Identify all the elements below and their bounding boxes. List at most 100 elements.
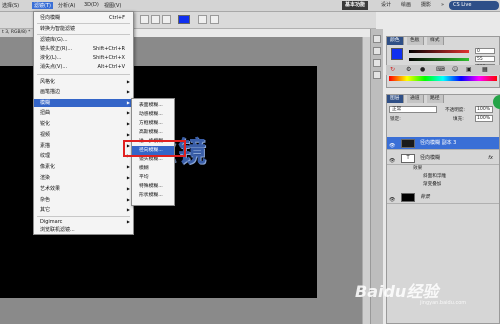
shortcut: Shift+Ctrl+R [92,46,125,52]
layer-row[interactable]: 👁 T 径向模糊 fx [387,152,499,165]
mic-icon[interactable]: ● [420,66,425,73]
fill-field[interactable]: 100% [475,115,493,122]
effects-group[interactable]: 效果 [413,165,422,173]
red-slider[interactable] [409,50,469,53]
align-left-icon[interactable] [140,15,149,24]
tab-styles[interactable]: 样式 [427,37,444,45]
color-ramp[interactable] [389,76,497,81]
menu-item-render[interactable]: 渲染 ▶ [34,174,133,182]
submenu-item-gaussian-blur[interactable]: 高斯模糊... [132,128,174,137]
shortcut: Shift+Ctrl+X [92,55,125,61]
eye-icon[interactable]: 👁 [389,194,395,207]
menu-select[interactable]: 选择(S) [2,2,19,9]
workspace-design[interactable]: 设计 [378,1,394,10]
user-icon[interactable]: ☺ [452,66,458,73]
tab-color[interactable]: 颜色 [387,37,404,45]
red-value[interactable]: 0 [475,48,495,54]
floating-button[interactable] [493,95,500,109]
layer-row[interactable]: 👁 径向模糊 副本 3 [387,137,499,150]
blend-mode-select[interactable]: 正常 [389,106,437,113]
shirt-icon[interactable]: ▣ [466,66,472,73]
menu-item-blur[interactable]: 模糊 ▶ [34,99,133,107]
menu-view[interactable]: 视图(V) [104,2,121,9]
layer-row[interactable]: 👁 背景 [387,191,499,204]
effect-gradient-overlay[interactable]: 渐变叠加 [423,181,441,189]
submenu-item-average[interactable]: 平均 [132,173,174,182]
submenu-item-surface-blur[interactable]: 表面模糊... [132,101,174,110]
effect-bevel-emboss[interactable]: 斜面和浮雕 [423,173,446,181]
foreground-color-swatch[interactable] [391,48,403,60]
submenu-item-motion-blur[interactable]: 动感模糊... [132,110,174,119]
tab-swatches[interactable]: 色板 [407,37,424,45]
menu-item-sketch[interactable]: 素描 ▶ [34,142,133,150]
menu-item-label: 转换为智能滤镜 [40,26,76,32]
menu-item-pixelate[interactable]: 像素化 ▶ [34,163,133,171]
menu-item-filter-gallery[interactable]: 滤镜库(G)... [34,36,133,44]
workspace-more-button[interactable]: » [438,1,447,10]
character-panel-icon[interactable] [210,15,219,24]
menu-item-label: 其它 [40,207,51,213]
menu-item-digimarc[interactable]: Digimarc ▶ [34,218,133,226]
menu-item-brush-strokes[interactable]: 画笔描边 ▶ [34,88,133,96]
menu-analysis[interactable]: 分析(A) [58,2,75,9]
menu-item-label: 像素化 [40,164,56,170]
submenu-item-box-blur[interactable]: 方框模糊... [132,119,174,128]
align-center-icon[interactable] [151,15,160,24]
menu-item-last-filter[interactable]: 径向模糊 Ctrl+F [34,14,133,22]
menu-item-distort[interactable]: 扭曲 ▶ [34,109,133,117]
menu-item-smart-filter[interactable]: 转换为智能滤镜 [34,25,133,33]
menu-item-browse-filters[interactable]: 浏览联机滤镜... [34,226,133,234]
submenu-arrow-icon: ▶ [126,186,130,191]
menu-item-lens-correction[interactable]: 镜头校正(R)... Shift+Ctrl+R [34,45,133,53]
workspace-photography[interactable]: 摄影 [418,1,434,10]
menu-item-stylize[interactable]: 风格化 ▶ [34,78,133,86]
tab-paths[interactable]: 路径 [427,95,444,103]
workspace-essentials[interactable]: 基本功能 [342,1,369,10]
submenu-arrow-icon: ▶ [126,219,130,224]
menu-item-other[interactable]: 其它 ▶ [34,206,133,214]
menu-item-label: 画笔描边 [40,89,61,95]
warp-text-icon[interactable] [198,15,207,24]
keyboard-icon[interactable]: ⌨ [436,66,445,73]
paragraph-icon[interactable] [373,71,381,79]
menu-item-label: 浏览联机滤镜... [40,227,75,233]
text-color-swatch[interactable] [178,15,190,24]
adjust-icon[interactable]: ⚙ [406,66,411,73]
menu-item-noise[interactable]: 杂色 ▶ [34,196,133,204]
fx-icon[interactable]: fx [488,152,493,165]
menu-filter[interactable]: 滤镜(T) [32,2,53,9]
menu-item-video[interactable]: 视频 ▶ [34,131,133,139]
menu-3d[interactable]: 3D(D) [84,2,99,8]
text-layer-thumbnail: T [401,154,415,163]
workspace-painting[interactable]: 绘画 [398,1,414,10]
actions-icon[interactable] [373,47,381,55]
tab-layers[interactable]: 图层 [387,95,404,103]
filter-menu: 径向模糊 Ctrl+F 转换为智能滤镜 滤镜库(G)... 镜头校正(R)... S… [33,11,134,235]
character-icon[interactable] [373,59,381,67]
menu-item-texture[interactable]: 纹理 ▶ [34,152,133,160]
green-value[interactable]: 55 [475,56,495,62]
watermark-url: jingyan.baidu.com [420,300,467,306]
layer-name: 背景 [420,194,431,200]
align-right-icon[interactable] [162,15,171,24]
cs-live-button[interactable]: CS Live [449,1,499,10]
submenu-arrow-icon: ▶ [126,207,130,212]
submenu-item-shape-blur[interactable]: 形状模糊... [132,191,174,200]
tab-channels[interactable]: 通道 [407,95,424,103]
history-icon[interactable] [373,35,381,43]
submenu-arrow-icon: ▶ [126,121,130,126]
menu-item-sharpen[interactable]: 锐化 ▶ [34,120,133,128]
submenu-item-blur[interactable]: 模糊 [132,164,174,173]
opacity-field[interactable]: 100% [475,106,493,113]
menu-item-vanishing-point[interactable]: 消失点(V)... Alt+Ctrl+V [34,63,133,71]
shortcut: Alt+Ctrl+V [97,64,125,70]
grid-icon[interactable]: ▦ [482,66,488,73]
sync-icon[interactable]: ↻ [390,66,395,73]
adjustment-tools-row: ↻ ⚙ ● ⌨ ☺ ▣ ▦ [386,65,500,75]
lock-label: 锁定: [390,117,401,122]
submenu-item-smart-blur[interactable]: 特殊模糊... [132,182,174,191]
green-slider[interactable] [409,58,469,61]
menu-item-liquify[interactable]: 液化(L)... Shift+Ctrl+X [34,54,133,62]
menu-item-artistic[interactable]: 艺术效果 ▶ [34,185,133,193]
eye-icon[interactable]: 👁 [389,155,395,168]
